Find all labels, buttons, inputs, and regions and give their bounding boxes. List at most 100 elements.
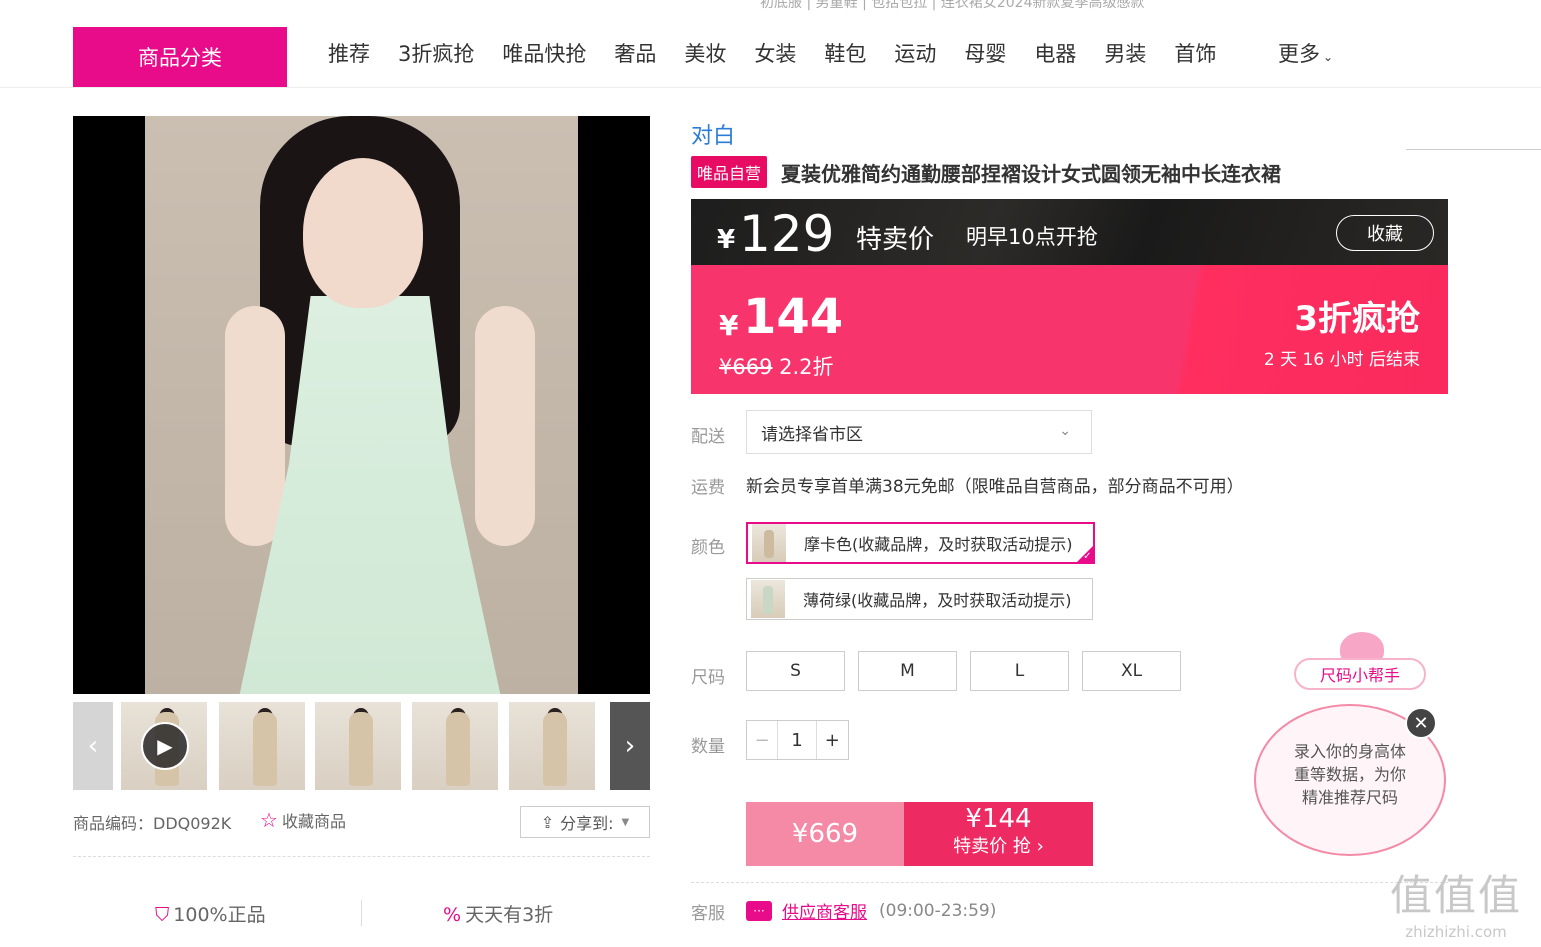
watermark-logo: 值值值 — [1390, 871, 1523, 920]
color-option-label: 摩卡色(收藏品牌，及时获取活动提示) — [804, 535, 1073, 554]
thumbnail-4[interactable] — [412, 702, 498, 790]
nav-item-luxury[interactable]: 奢品 — [614, 38, 656, 68]
buy-button-group: ¥669 ¥144 特卖价 抢 › — [746, 802, 1093, 866]
nav-item-men[interactable]: 男装 — [1104, 38, 1146, 68]
upcoming-price: 129 — [739, 205, 835, 263]
chevron-down-icon: ⌄ — [1059, 423, 1071, 439]
thumbnail-3[interactable] — [315, 702, 401, 790]
thumbnail-1[interactable]: ▶ — [121, 702, 207, 790]
size-helper-line: 精准推荐尺码 — [1301, 788, 1398, 807]
thumbnail-figure — [446, 712, 470, 786]
buy-now-button[interactable]: ¥144 特卖价 抢 › — [904, 802, 1093, 866]
nav-item-shoes-bags[interactable]: 鞋包 — [824, 38, 866, 68]
nav-item-beauty[interactable]: 美妆 — [684, 38, 726, 68]
top-nav: 商品分类 推荐 3折疯抢 唯品快抢 奢品 美妆 女装 鞋包 运动 母婴 电器 男… — [0, 0, 1541, 88]
color-swatch — [752, 524, 786, 562]
title-row: 唯品自营 夏装优雅简约通勤腰部捏褶设计女式圆领无袖中长连衣裙 — [691, 156, 1281, 188]
guarantee-discount-label: 天天有3折 — [465, 904, 554, 926]
divider — [691, 882, 1448, 883]
nav-item-30off[interactable]: 3折疯抢 — [398, 38, 474, 68]
size-label: 尺码 — [691, 668, 725, 688]
event-title: 3折疯抢 — [1294, 299, 1420, 339]
service-row: ··· 供应商客服 (09:00-23:59) — [746, 898, 996, 923]
chevron-down-icon: ⌄ — [1323, 50, 1334, 64]
star-icon: ☆ — [260, 808, 278, 832]
nav-item-baby[interactable]: 母婴 — [964, 38, 1006, 68]
model-arm-left — [225, 306, 285, 546]
nav-more-label: 更多 — [1278, 42, 1320, 66]
thumbnail-5[interactable] — [509, 702, 595, 790]
nav-item-flash[interactable]: 唯品快抢 — [502, 38, 586, 68]
currency-symbol: ¥ — [719, 309, 739, 342]
color-option-label: 薄荷绿(收藏品牌，及时获取活动提示) — [803, 591, 1072, 610]
guarantee-discount: % 天天有3折 — [443, 900, 553, 927]
favorite-product-label: 收藏商品 — [281, 812, 346, 831]
category-button[interactable]: 商品分类 — [73, 27, 287, 87]
thumbnail-figure — [349, 712, 373, 786]
buy-now-price: ¥144 — [965, 804, 1032, 834]
divider — [1406, 149, 1541, 150]
current-price-bar: ¥ 144 ¥669 2.2折 3折疯抢 2 天 16 小时 后结束 — [691, 265, 1448, 394]
share-button[interactable]: ⇪ 分享到: ▼ — [520, 806, 650, 838]
color-label: 颜色 — [691, 538, 725, 558]
discount-rate: 2.2折 — [779, 355, 834, 379]
sale-start-time: 明早10点开抢 — [966, 225, 1098, 249]
size-option-xl[interactable]: XL — [1082, 651, 1181, 691]
original-price: ¥669 — [719, 355, 773, 379]
size-option-s[interactable]: S — [746, 651, 845, 691]
divider — [73, 856, 650, 857]
thumbnail-strip: ‹ ▶ › — [73, 702, 650, 790]
nav-item-recommend[interactable]: 推荐 — [328, 38, 370, 68]
size-option-l[interactable]: L — [970, 651, 1069, 691]
size-option-m[interactable]: M — [858, 651, 957, 691]
percent-icon: % — [443, 904, 462, 926]
share-label: 分享到: — [560, 814, 614, 833]
close-icon[interactable]: ✕ — [1405, 707, 1437, 739]
delivery-label: 配送 — [691, 427, 725, 447]
chat-icon: ··· — [746, 900, 772, 921]
shield-icon: ⛉ — [155, 904, 170, 926]
brand-link[interactable]: 对白 — [691, 118, 735, 150]
color-option-mint[interactable]: 薄荷绿(收藏品牌，及时获取活动提示) — [746, 578, 1093, 620]
play-icon[interactable]: ▶ — [141, 722, 189, 770]
buy-now-label: 特卖价 抢 › — [953, 836, 1044, 857]
countdown: 2 天 16 小时 后结束 — [1263, 350, 1420, 370]
region-select[interactable]: 请选择省市区 ⌄ — [746, 410, 1092, 454]
nav-item-sports[interactable]: 运动 — [894, 38, 936, 68]
product-main-image[interactable] — [73, 116, 650, 694]
caret-down-icon: ▼ — [621, 816, 630, 828]
quantity-stepper: − 1 + — [746, 720, 849, 760]
color-option-mocha[interactable]: 摩卡色(收藏品牌，及时获取活动提示) ✓ — [746, 522, 1095, 564]
product-code: 商品编码：DDQ092K — [73, 814, 232, 833]
shipping-fee-label: 运费 — [691, 478, 725, 498]
current-price: 144 — [743, 289, 844, 345]
favorite-button[interactable]: 收藏 — [1336, 215, 1434, 251]
divider — [361, 900, 362, 926]
nav-item-women[interactable]: 女装 — [754, 38, 796, 68]
thumbnail-2[interactable] — [219, 702, 305, 790]
check-icon: ✓ — [1083, 551, 1092, 562]
thumb-prev-button[interactable]: ‹ — [73, 702, 113, 790]
size-helper-button[interactable]: 尺码小帮手 — [1294, 658, 1426, 690]
quantity-increase-button[interactable]: + — [815, 721, 848, 759]
nav-item-jewelry[interactable]: 首饰 — [1174, 38, 1216, 68]
upcoming-price-bar: ¥ 129 特卖价 明早10点开抢 收藏 — [691, 199, 1448, 265]
supplier-service-link[interactable]: 供应商客服 — [782, 898, 867, 923]
nav-items: 推荐 3折疯抢 唯品快抢 奢品 美妆 女装 鞋包 运动 母婴 电器 男装 首饰 — [328, 38, 1244, 68]
nav-more[interactable]: 更多 ⌄ — [1278, 38, 1333, 68]
thumb-next-button[interactable]: › — [610, 702, 650, 790]
region-select-placeholder: 请选择省市区 — [761, 424, 863, 445]
nav-item-appliances[interactable]: 电器 — [1034, 38, 1076, 68]
special-price-label: 特卖价 — [856, 225, 935, 255]
share-icon: ⇪ — [540, 812, 555, 832]
product-photo — [145, 116, 578, 694]
buy-original-price-button[interactable]: ¥669 — [746, 802, 904, 866]
quantity-decrease-button[interactable]: − — [747, 721, 779, 759]
quantity-input[interactable]: 1 — [778, 721, 815, 759]
watermark-site: zhizhizhi.com — [1405, 923, 1507, 941]
model-face — [303, 158, 423, 308]
self-operated-badge: 唯品自营 — [691, 156, 768, 188]
guarantee-authentic: ⛉ 100%正品 — [155, 900, 266, 927]
color-swatch — [751, 580, 785, 618]
favorite-product-button[interactable]: ☆ 收藏商品 — [260, 808, 346, 832]
